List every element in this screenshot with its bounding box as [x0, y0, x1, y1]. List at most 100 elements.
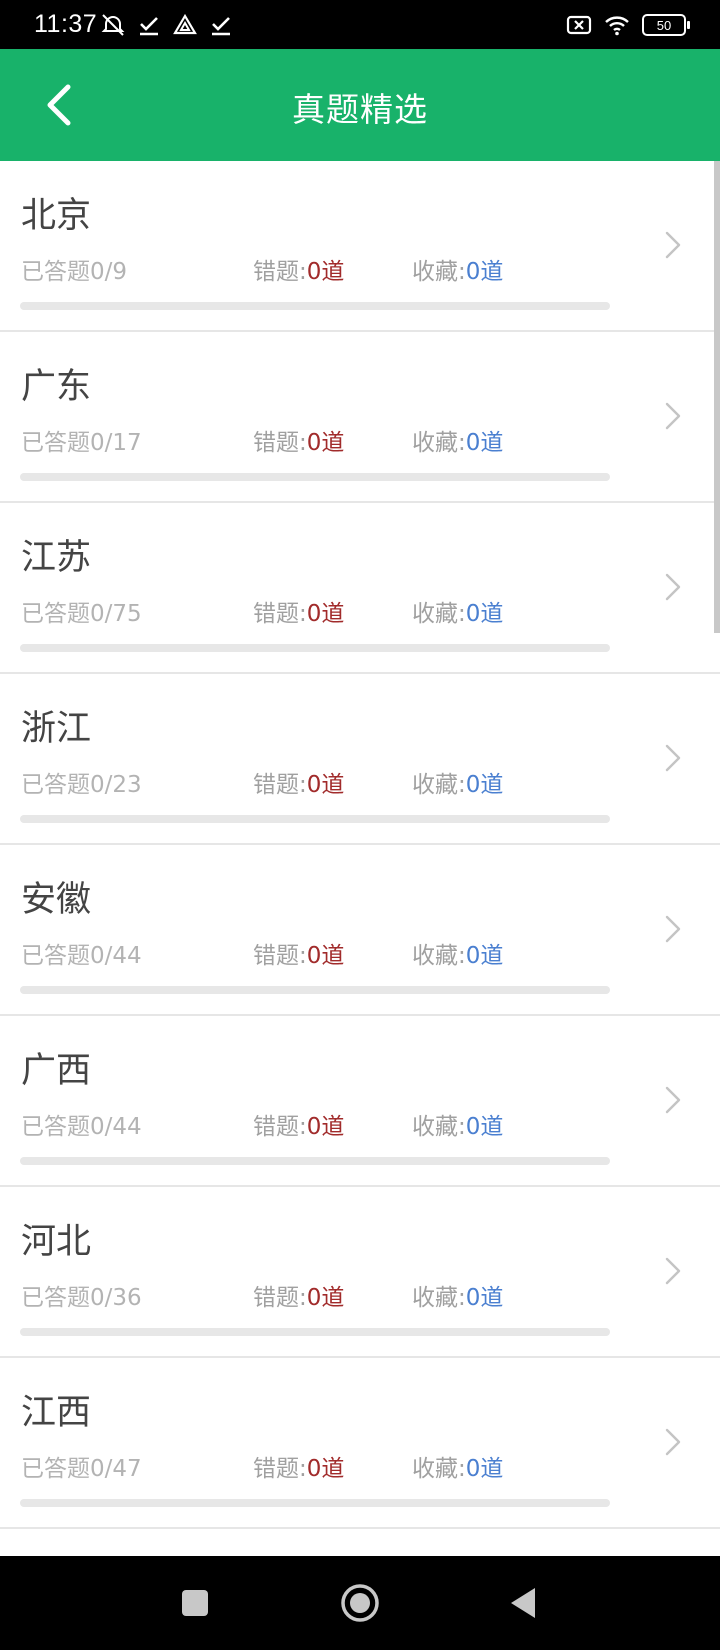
wrong-value: 0道 [306, 943, 345, 969]
drive-icon [173, 13, 197, 35]
wrong-value: 0道 [306, 601, 345, 627]
chevron-right-icon [665, 573, 681, 601]
battery-level: 50 [656, 17, 672, 33]
favorite-label: 收藏: [412, 430, 466, 456]
wrong-count: 错题:0道 [253, 594, 344, 628]
system-nav-bar [0, 1556, 720, 1650]
answered-count: 已答题0/44 [21, 943, 142, 969]
wrong-value: 0道 [306, 1114, 345, 1140]
favorite-count: 收藏:0道 [412, 765, 503, 799]
favorite-count: 收藏:0道 [412, 1278, 503, 1312]
wrong-value: 0道 [306, 430, 345, 456]
wrong-count: 错题:0道 [253, 765, 344, 799]
favorite-label: 收藏: [412, 772, 466, 798]
app-header: 真题精选 [0, 49, 720, 161]
favorite-count: 收藏:0道 [412, 1107, 503, 1141]
chevron-right-icon [665, 402, 681, 430]
status-left-icons [100, 12, 234, 38]
item-title: 安徽 [21, 880, 92, 920]
scrollbar-thumb[interactable] [714, 161, 720, 633]
favorite-value: 0道 [465, 1285, 504, 1311]
list-item[interactable]: 广西 已答题0/44 错题:0道 收藏:0道 [0, 1016, 720, 1187]
favorite-value: 0道 [465, 772, 504, 798]
progress-bar [20, 815, 610, 823]
wrong-count: 错题:0道 [253, 1278, 344, 1312]
answered-count: 已答题0/9 [21, 259, 128, 285]
answered-count: 已答题0/47 [21, 1456, 142, 1482]
favorite-value: 0道 [465, 430, 504, 456]
wrong-label: 错题: [253, 772, 307, 798]
wrong-value: 0道 [306, 259, 345, 285]
status-bar: 11:37 50 [0, 0, 720, 49]
list-item[interactable]: 河北 已答题0/36 错题:0道 收藏:0道 [0, 1187, 720, 1358]
list-item[interactable]: 江西 已答题0/47 错题:0道 收藏:0道 [0, 1358, 720, 1529]
alarm-off-icon [101, 14, 125, 36]
favorite-label: 收藏: [412, 259, 466, 285]
wrong-count: 错题:0道 [253, 1449, 344, 1483]
answered-count: 已答题0/75 [21, 601, 142, 627]
favorite-count: 收藏:0道 [412, 423, 503, 457]
item-title: 广东 [21, 367, 92, 407]
chevron-right-icon [665, 231, 681, 259]
list-item[interactable]: 浙江 已答题0/23 错题:0道 收藏:0道 [0, 674, 720, 845]
wrong-label: 错题: [253, 430, 307, 456]
chevron-right-icon [665, 915, 681, 943]
status-right-icons: 50 [566, 12, 690, 38]
item-title: 北京 [21, 196, 92, 236]
check-download-icon-2 [212, 17, 230, 36]
check-download-icon [140, 17, 158, 36]
list-item[interactable]: 广东 已答题0/17 错题:0道 收藏:0道 [0, 332, 720, 503]
wrong-count: 错题:0道 [253, 252, 344, 286]
favorite-label: 收藏: [412, 1456, 466, 1482]
battery-icon: 50 [642, 14, 690, 36]
answered-count: 已答题0/44 [21, 1114, 142, 1140]
wrong-count: 错题:0道 [253, 423, 344, 457]
nav-back-button[interactable] [500, 1580, 546, 1626]
status-time: 11:37 [34, 10, 98, 38]
favorite-count: 收藏:0道 [412, 1449, 503, 1483]
favorite-value: 0道 [465, 601, 504, 627]
wrong-value: 0道 [306, 1285, 345, 1311]
progress-bar [20, 1499, 610, 1507]
wifi-icon [605, 16, 629, 36]
list-item[interactable]: 安徽 已答题0/44 错题:0道 收藏:0道 [0, 845, 720, 1016]
wrong-label: 错题: [253, 601, 307, 627]
chevron-right-icon [665, 1086, 681, 1114]
triangle-icon [511, 1588, 535, 1618]
chevron-right-icon [665, 744, 681, 772]
wrong-label: 错题: [253, 1114, 307, 1140]
item-title: 河北 [21, 1222, 92, 1262]
square-icon [182, 1590, 208, 1616]
favorite-value: 0道 [465, 1456, 504, 1482]
page-title: 真题精选 [292, 90, 428, 129]
wrong-label: 错题: [253, 1285, 307, 1311]
wrong-count: 错题:0道 [253, 936, 344, 970]
recents-button[interactable] [172, 1580, 218, 1626]
favorite-count: 收藏:0道 [412, 936, 503, 970]
home-button[interactable] [337, 1580, 383, 1626]
screen: 11:37 50 真题精选 北京 已答题0/9 错题:0道 收藏:0道 广东 已… [0, 0, 720, 1650]
wrong-label: 错题: [253, 1456, 307, 1482]
favorite-count: 收藏:0道 [412, 252, 503, 286]
wrong-label: 错题: [253, 943, 307, 969]
sim-off-icon [566, 15, 592, 35]
progress-bar [20, 302, 610, 310]
item-title: 江苏 [21, 538, 92, 578]
province-list: 北京 已答题0/9 错题:0道 收藏:0道 广东 已答题0/17 错题:0道 收… [0, 161, 720, 1556]
wrong-count: 错题:0道 [253, 1107, 344, 1141]
progress-bar [20, 986, 610, 994]
favorite-value: 0道 [465, 943, 504, 969]
favorite-count: 收藏:0道 [412, 594, 503, 628]
answered-count: 已答题0/23 [21, 772, 142, 798]
chevron-right-icon [665, 1257, 681, 1285]
favorite-label: 收藏: [412, 601, 466, 627]
favorite-value: 0道 [465, 1114, 504, 1140]
answered-count: 已答题0/36 [21, 1285, 142, 1311]
list-item[interactable]: 江苏 已答题0/75 错题:0道 收藏:0道 [0, 503, 720, 674]
favorite-label: 收藏: [412, 1114, 466, 1140]
wrong-label: 错题: [253, 259, 307, 285]
progress-bar [20, 473, 610, 481]
list-item[interactable]: 北京 已答题0/9 错题:0道 收藏:0道 [0, 161, 720, 332]
favorite-label: 收藏: [412, 943, 466, 969]
progress-bar [20, 644, 610, 652]
